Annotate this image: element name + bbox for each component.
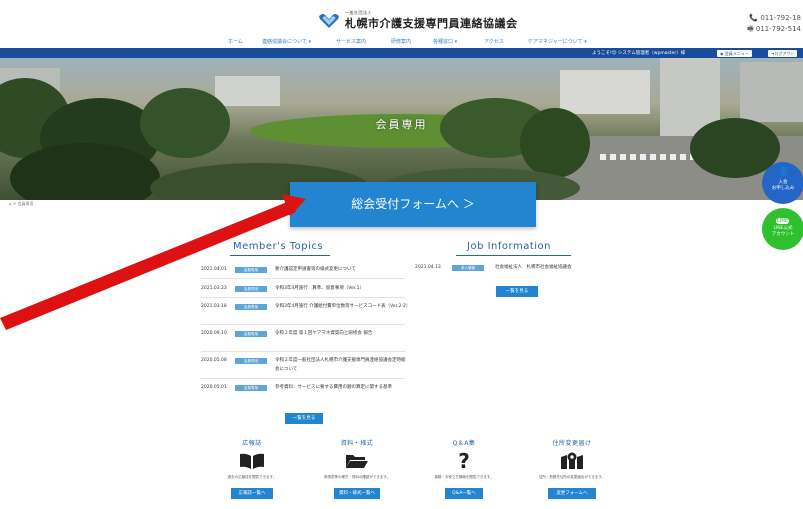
- line-label: LINE公式 アカウント: [771, 226, 795, 237]
- card-title: 住所変更届け: [552, 440, 592, 447]
- logo-title: 札幌市介護支援専門員連絡協議会: [345, 17, 518, 30]
- logout-label: ログアウト: [774, 51, 795, 56]
- hero-title: 会員専用: [375, 118, 428, 131]
- hero-banner: 会員専用: [0, 58, 803, 200]
- job-badge: 求人情報: [452, 265, 484, 271]
- site-header: 一般社団法人 札幌市介護支援専門員連絡協議会 📞 011-792-18 🖷 01…: [0, 0, 803, 48]
- members-topics-underline: [230, 255, 330, 256]
- welcome-text: ようこそ!😊 システム管理者（wpmaster）様: [592, 51, 686, 56]
- breadcrumb: ⌂ > 会員専用: [9, 201, 34, 206]
- card-description: 過去の広報誌を閲覧できます。: [227, 475, 277, 479]
- topic-title[interactable]: 令和２年度 第１回ケアマネ資質向上研修会 報告: [275, 329, 409, 338]
- topic-badge: 会員専用: [235, 304, 267, 310]
- card-newsletter: 広報誌 過去の広報誌を閲覧できます。 広報誌一覧へ: [197, 438, 307, 499]
- topics-more-button[interactable]: 一覧を見る: [285, 413, 323, 424]
- topic-title[interactable]: 令和3年4月施行 算準、留意事項（Ver.1）: [275, 284, 409, 293]
- topic-date: 2021.04.01: [201, 267, 227, 272]
- topic-badge: 会員専用: [235, 267, 267, 273]
- topic-title[interactable]: 参考資料：サービスに要する費用の額の算定に関する基準: [275, 383, 409, 392]
- fax-number: 011-792-514: [755, 25, 801, 33]
- topic-title[interactable]: 令和２年度一般社団法人札幌市介護支援専門員連絡協議会定時総会について: [275, 356, 409, 374]
- newsletter-list-button[interactable]: 広報誌一覧へ: [231, 488, 273, 499]
- topic-item[interactable]: 2020.09.10 会員専用 令和２年度 第１回ケアマネ資質向上研修会 報告: [201, 329, 405, 347]
- topic-title[interactable]: 令和3年4月施行 介護給付費単位数等サービスコード表（Ver.2-2）: [275, 302, 410, 311]
- home-icon[interactable]: ⌂: [9, 201, 12, 206]
- address-change-form-button[interactable]: 変更フォームへ: [548, 488, 596, 499]
- card-title: 広報誌: [242, 440, 262, 447]
- topic-badge: 会員専用: [235, 331, 267, 337]
- book-icon: [197, 452, 307, 470]
- topic-item[interactable]: 2020.05.08 会員専用 令和２年度一般社団法人札幌市介護支援専門員連絡協…: [201, 356, 406, 374]
- topic-item[interactable]: 2021.04.01 会員専用 要介護認定申請書等の様式変更について: [201, 265, 405, 274]
- logo-heart-icon: [318, 13, 340, 29]
- member-menu-label: 会員メニュー: [724, 51, 749, 56]
- jobs-more-button[interactable]: 一覧を見る: [496, 286, 538, 297]
- card-title: 資料・様式: [340, 440, 374, 447]
- topic-badge: 会員専用: [235, 358, 267, 364]
- nav-about[interactable]: 連絡協議会について ▾: [262, 38, 311, 45]
- breadcrumb-current: 会員専用: [17, 201, 34, 206]
- member-menu-button[interactable]: ◉ 会員メニュー: [717, 50, 752, 57]
- topic-date: 2020.05.01: [201, 385, 227, 390]
- card-title: Q＆A集: [452, 440, 476, 447]
- general-meeting-form-button[interactable]: 総会受付フォームへ ＞: [290, 182, 536, 227]
- nav-contacts[interactable]: 各種窓口 ▾: [433, 38, 457, 45]
- divider: [201, 351, 405, 352]
- members-topics-title: Member's Topics: [233, 241, 324, 252]
- admin-bar: ようこそ!😊 システム管理者（wpmaster）様 ◉ 会員メニュー ➜ログアウ…: [0, 48, 803, 58]
- card-qa: Q＆A集 ? 事務・お役立ち情報を閲覧できます。 Q&A一覧へ: [409, 438, 519, 499]
- topic-date: 2021.03.18: [201, 304, 227, 309]
- topic-badge: 会員専用: [235, 286, 267, 292]
- card-description: 住所・勤務先住所の変更届出ができます。: [538, 475, 606, 479]
- nav-home[interactable]: ホーム: [228, 38, 243, 45]
- qa-list-button[interactable]: Q&A一覧へ: [445, 488, 483, 499]
- job-title[interactable]: 社会福祉法人 札幌市社会福祉協議会: [495, 263, 572, 272]
- join-application-button[interactable]: 👤 入会 お申し込み: [762, 162, 803, 204]
- logout-button[interactable]: ➜ログアウト: [768, 50, 798, 57]
- site-logo[interactable]: 一般社団法人 札幌市介護支援専門員連絡協議会: [318, 10, 518, 31]
- topic-badge: 会員専用: [235, 385, 267, 391]
- phone-number: 011-792-18: [760, 14, 801, 22]
- nav-training[interactable]: 研修案内: [391, 38, 411, 45]
- person-add-icon: 👤: [778, 167, 790, 177]
- fax-icon: 🖷: [747, 25, 754, 33]
- nav-caremanager[interactable]: ケアマネジャーについて ▾: [528, 38, 587, 45]
- question-icon: ?: [458, 449, 470, 473]
- documents-list-button[interactable]: 資料・様式一覧へ: [334, 488, 380, 499]
- divider: [201, 378, 405, 379]
- card-description: 申請書等の様式・資料の確認ができます。: [323, 475, 391, 479]
- main-nav: ホーム 連絡協議会について ▾ サービス案内 研修案内 各種窓口 ▾ アクセス …: [0, 38, 803, 48]
- eye-icon: ◉: [720, 51, 724, 56]
- job-date: 2021.04.13: [415, 265, 441, 270]
- topic-title[interactable]: 要介護認定申請書等の様式変更について: [275, 265, 409, 274]
- job-info-title: Job Information: [467, 241, 551, 252]
- topic-date: 2020.09.10: [201, 331, 227, 336]
- contact-info: 📞 011-792-18 🖷 011-792-514: [747, 13, 801, 35]
- topic-item[interactable]: 2021.03.23 会員専用 令和3年4月施行 算準、留意事項（Ver.1）: [201, 284, 405, 293]
- card-address-change: 住所変更届け 住所・勤務先住所の変更届出ができます。 変更フォームへ: [517, 438, 627, 499]
- join-label: 入会 お申し込み: [771, 180, 795, 191]
- card-documents: 資料・様式 申請書等の様式・資料の確認ができます。 資料・様式一覧へ: [302, 438, 412, 499]
- nav-services[interactable]: サービス案内: [336, 38, 366, 45]
- nav-access[interactable]: アクセス: [484, 38, 504, 45]
- topic-item[interactable]: 2020.05.01 会員専用 参考資料：サービスに要する費用の額の算定に関する…: [201, 383, 405, 401]
- divider: [201, 324, 405, 325]
- folder-icon: [302, 452, 412, 470]
- divider: [201, 297, 405, 298]
- job-info-underline: [456, 255, 571, 256]
- phone-icon: 📞: [749, 14, 759, 22]
- topic-date: 2020.05.08: [201, 358, 227, 363]
- topic-date: 2021.03.23: [201, 286, 227, 291]
- card-description: 事務・お役立ち情報を閲覧できます。: [434, 475, 494, 479]
- line-account-button[interactable]: LINE LINE公式 アカウント: [762, 208, 803, 250]
- line-logo-icon: LINE: [776, 218, 790, 224]
- divider: [201, 278, 405, 279]
- map-pin-icon: [517, 452, 627, 470]
- topic-item[interactable]: 2021.03.18 会員専用 令和3年4月施行 介護給付費単位数等サービスコー…: [201, 302, 410, 320]
